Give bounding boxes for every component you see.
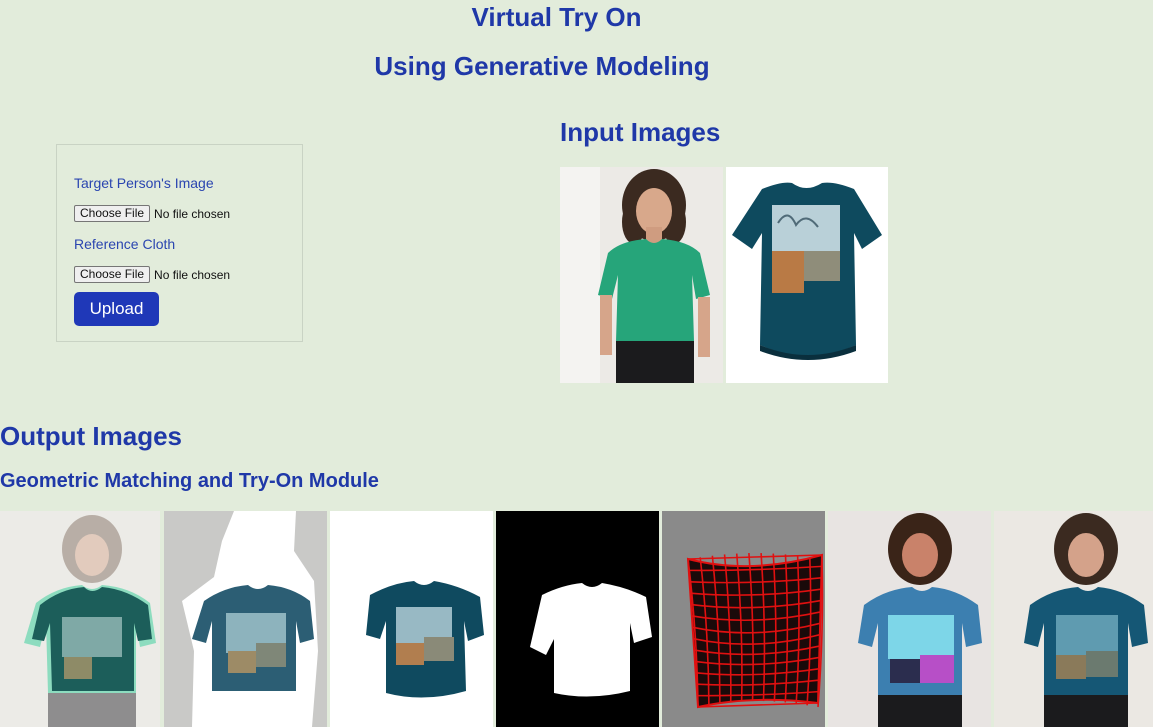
cloth-mask-output-image bbox=[496, 511, 659, 727]
overlay-output-image bbox=[0, 511, 160, 727]
target-file-input[interactable]: Choose File No file chosen bbox=[74, 205, 230, 222]
target-file-status: No file chosen bbox=[154, 206, 231, 221]
try-on-rendered-output-image bbox=[828, 511, 991, 727]
warped-cloth-output-image bbox=[330, 511, 493, 727]
upload-form: Target Person's Image Choose File No fil… bbox=[56, 144, 303, 342]
output-images-heading: Output Images bbox=[0, 421, 183, 451]
segmentation-output-image bbox=[164, 511, 327, 727]
target-image-label: Target Person's Image bbox=[74, 175, 214, 191]
page-subtitle: Using Generative Modeling bbox=[374, 51, 710, 81]
warp-grid-output-image bbox=[662, 511, 825, 727]
input-images-heading: Input Images bbox=[560, 117, 721, 147]
page-title: Virtual Try On bbox=[471, 2, 642, 32]
target-choose-file-button[interactable]: Choose File bbox=[74, 205, 151, 222]
reference-choose-file-button[interactable]: Choose File bbox=[74, 266, 151, 283]
person-input-image bbox=[560, 167, 723, 383]
page: Virtual Try On Using Generative Modeling… bbox=[0, 0, 1153, 727]
reference-cloth-label: Reference Cloth bbox=[74, 236, 176, 252]
reference-file-status: No file chosen bbox=[154, 267, 231, 282]
cloth-input-image bbox=[726, 167, 888, 383]
reference-file-input[interactable]: Choose File No file chosen bbox=[74, 266, 230, 283]
module-heading: Geometric Matching and Try-On Module bbox=[0, 470, 379, 492]
try-on-final-output-image bbox=[994, 511, 1153, 727]
upload-button[interactable]: Upload bbox=[74, 292, 159, 326]
